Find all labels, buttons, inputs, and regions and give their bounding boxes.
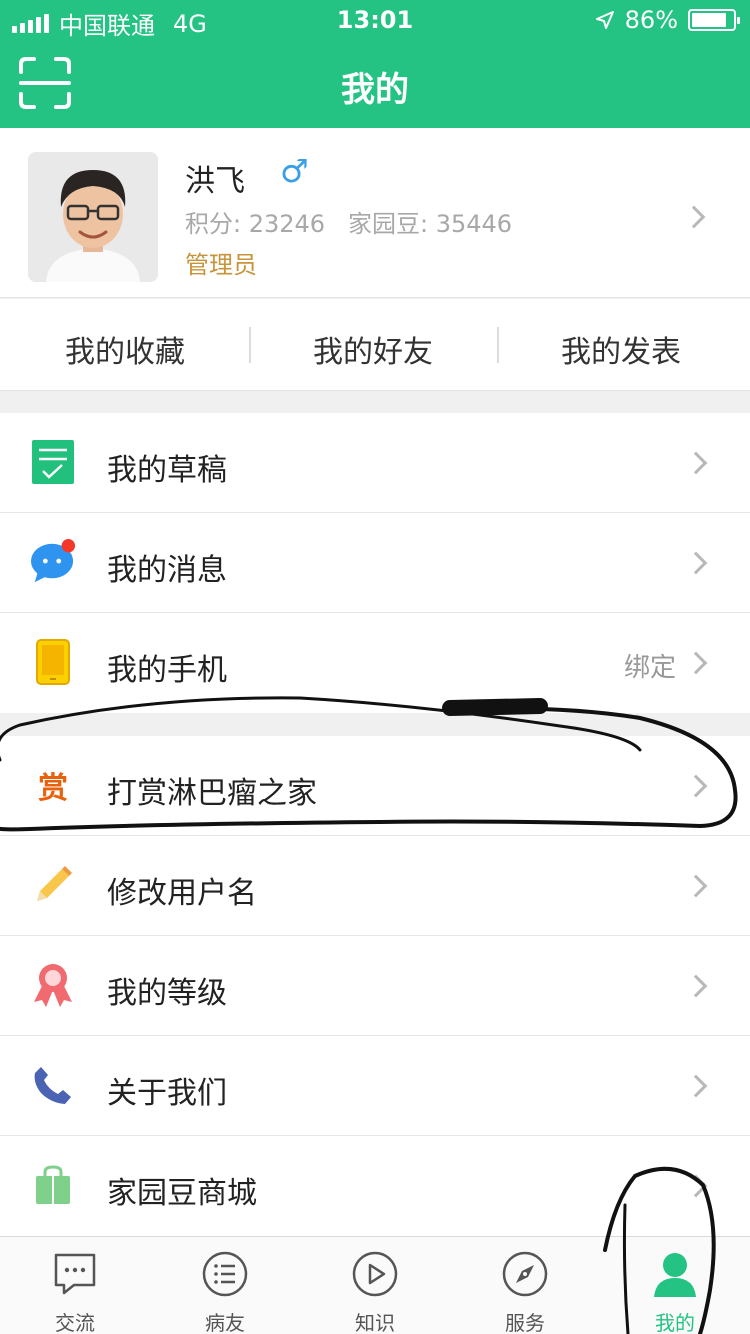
message-icon: [30, 539, 76, 585]
chevron-right-icon: [684, 774, 708, 798]
chevron-right-icon: [684, 974, 708, 998]
menu-label: 修改用户名: [107, 876, 257, 911]
list-icon: [202, 1251, 248, 1297]
menu-item-drafts[interactable]: 我的草稿: [0, 413, 750, 513]
page-title: 我的: [341, 70, 409, 110]
chevron-right-icon: [684, 551, 708, 575]
username: 洪飞: [185, 164, 245, 199]
avatar[interactable]: [28, 152, 158, 282]
battery-icon: [688, 9, 740, 31]
posts-link[interactable]: 我的发表: [496, 327, 746, 371]
bind-status: 绑定: [623, 653, 676, 683]
menu-group-general: 赏 打赏淋巴瘤之家 修改用户名 我的等级 关于我们 家园豆商城: [0, 736, 750, 1236]
location-arrow-icon: [595, 11, 614, 29]
person-icon: [654, 1253, 696, 1297]
tab-label: 我的: [655, 1311, 695, 1334]
tab-patients[interactable]: 病友: [150, 1237, 300, 1334]
menu-label: 关于我们: [107, 1076, 227, 1111]
phone-handset-icon: [30, 1062, 76, 1108]
tab-bar: 交流 病友 知识 服务 我的: [0, 1236, 750, 1334]
menu-label: 我的草稿: [107, 453, 227, 488]
chat-icon: [54, 1253, 96, 1295]
tab-label: 服务: [505, 1311, 545, 1334]
chevron-right-icon: [684, 1074, 708, 1098]
battery-percent: 86%: [624, 6, 678, 34]
menu-label: 打赏淋巴瘤之家: [107, 776, 317, 811]
menu-item-reward[interactable]: 赏 打赏淋巴瘤之家: [0, 736, 750, 836]
tab-services[interactable]: 服务: [450, 1237, 600, 1334]
menu-item-about[interactable]: 关于我们: [0, 1036, 750, 1136]
tab-label: 知识: [355, 1311, 395, 1334]
menu-item-level[interactable]: 我的等级: [0, 936, 750, 1036]
menu-item-phone[interactable]: 我的手机 绑定: [0, 613, 750, 713]
shopping-bag-icon: [30, 1162, 76, 1208]
role-badge: 管理员: [185, 251, 257, 279]
nav-bar: 我的: [0, 40, 750, 128]
chevron-right-icon: [684, 1174, 708, 1198]
menu-item-shop[interactable]: 家园豆商城: [0, 1136, 750, 1236]
tab-label: 病友: [205, 1311, 245, 1334]
chevron-right-icon: [684, 651, 708, 675]
menu-item-rename[interactable]: 修改用户名: [0, 836, 750, 936]
reward-glyph: 赏: [38, 771, 68, 806]
medal-icon: [30, 962, 76, 1008]
compass-icon: [502, 1251, 548, 1297]
draft-icon: [30, 439, 76, 485]
male-icon: ♂: [280, 152, 309, 190]
battery-fill: [692, 13, 727, 27]
menu-item-messages[interactable]: 我的消息: [0, 513, 750, 613]
profile-card[interactable]: 洪飞 ♂ 积分: 23246 家园豆: 35446 管理员: [0, 128, 750, 298]
tab-me[interactable]: 我的: [600, 1237, 750, 1334]
tab-knowledge[interactable]: 知识: [300, 1237, 450, 1334]
menu-label: 我的手机: [107, 653, 227, 688]
favorites-link[interactable]: 我的收藏: [0, 327, 250, 371]
menu-label: 家园豆商城: [107, 1176, 257, 1211]
phone-icon: [30, 639, 76, 685]
tab-label: 交流: [55, 1311, 95, 1334]
points-label: 积分: 23246: [185, 210, 326, 238]
beans-label: 家园豆: 35446: [348, 210, 513, 238]
chevron-right-icon: [684, 451, 708, 475]
friends-link[interactable]: 我的好友: [248, 327, 498, 371]
play-icon: [352, 1251, 398, 1297]
status-bar: 中国联通 4G 13:01 86%: [0, 0, 750, 40]
quick-links: 我的收藏 我的好友 我的发表: [0, 299, 750, 391]
chevron-right-icon: [684, 874, 708, 898]
pencil-icon: [30, 862, 76, 908]
menu-label: 我的等级: [107, 976, 227, 1011]
reward-icon: 赏: [30, 762, 76, 808]
chevron-right-icon: [682, 205, 706, 229]
menu-group-account: 我的草稿 我的消息 我的手机 绑定: [0, 413, 750, 713]
menu-label: 我的消息: [107, 553, 227, 588]
tab-chat[interactable]: 交流: [0, 1237, 150, 1334]
